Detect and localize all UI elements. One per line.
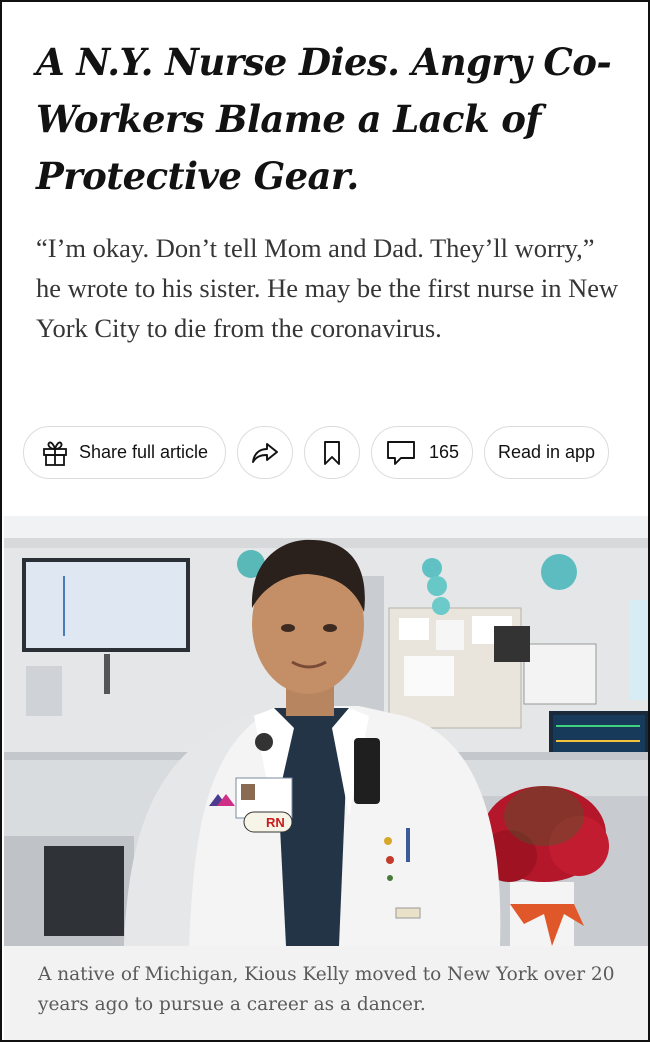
read-in-app-button[interactable]: Read in app (484, 426, 609, 479)
read-in-app-label: Read in app (497, 442, 596, 462)
rn-badge-text: RN (266, 815, 285, 830)
photo-caption-area: A native of Michigan, Kious Kelly moved … (4, 946, 648, 1040)
comment-count: 165 (428, 442, 460, 462)
comments-button[interactable]: 165 (371, 426, 473, 479)
article-action-bar: Share full article 165 Read in app (23, 425, 609, 480)
bookmark-icon (323, 440, 341, 466)
share-button[interactable] (237, 426, 293, 479)
article-photo: RN (4, 516, 648, 946)
comment-icon (385, 439, 417, 467)
article-headline: A N.Y. Nurse Dies. Angry Co-Workers Blam… (36, 40, 612, 198)
gift-icon (41, 439, 69, 467)
article-summary: “I’m okay. Don’t tell Mom and Dad. They’… (36, 233, 619, 343)
share-arrow-icon (251, 441, 279, 465)
photo-caption: A native of Michigan, Kious Kelly moved … (38, 964, 615, 1015)
article-frame: A N.Y. Nurse Dies. Angry Co-Workers Blam… (0, 0, 650, 1042)
share-full-article-label: Share full article (78, 442, 209, 462)
bookmark-button[interactable] (304, 426, 360, 479)
share-full-article-button[interactable]: Share full article (23, 426, 226, 479)
